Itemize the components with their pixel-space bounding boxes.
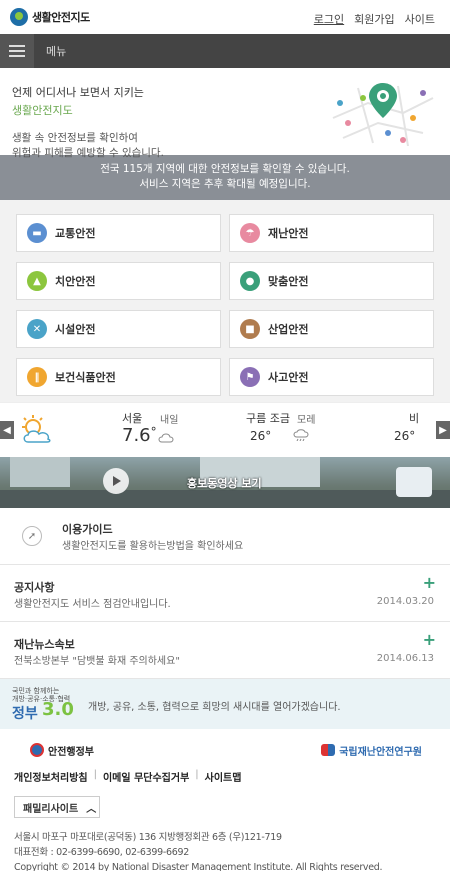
compass-icon: ➚ <box>22 526 42 546</box>
notice-more-plus-icon[interactable]: + <box>423 573 436 592</box>
notice-board: 공지사항 + 생활안전지도 서비스 점검안내입니다. 2014.03.20 <box>0 565 450 622</box>
weather-condition-1: 구름 조금 <box>246 412 290 425</box>
umbrella-icon: ☂ <box>240 223 260 243</box>
person-icon: ● <box>240 271 260 291</box>
gov-3-0-banner[interactable]: 국민과 함께하는 개방·공유·소통·협력 정부 3.0 개방, 공유, 소통, … <box>0 679 450 729</box>
menu-bar: 메뉴 <box>0 34 450 68</box>
promo-video-label[interactable]: 홍보동영상 보기 <box>187 475 262 491</box>
category-industrial-button[interactable]: ■ 산업안전 <box>229 310 434 348</box>
map-pins-illustration-icon <box>332 83 434 147</box>
category-accident-button[interactable]: ⚑ 사고안전 <box>229 358 434 396</box>
partner-ndmi[interactable]: 국립재난안전연구원 <box>321 743 422 758</box>
menu-label[interactable]: 메뉴 <box>46 43 66 59</box>
weather-today-temp: 7.6° <box>122 425 157 446</box>
flag-icon: ⚑ <box>240 367 260 387</box>
top-header: 생활안전지도 로그인 회원가입 사이트 <box>0 0 450 34</box>
cloud-icon <box>158 433 174 443</box>
government-emblem-icon <box>30 743 44 757</box>
weather-tomorrow-label: 내일 <box>160 415 179 426</box>
notice-date: 2014.03.20 <box>376 596 434 607</box>
weather-temp-1: 26° <box>250 429 272 443</box>
category-custom-button[interactable]: ● 맞춤안전 <box>229 262 434 300</box>
weather-temp-2: 26° <box>394 429 416 443</box>
promo-video-banner[interactable]: 홍보동영상 보기 <box>0 457 450 508</box>
partly-sunny-icon <box>22 415 51 443</box>
wrench-icon: ✕ <box>27 319 47 339</box>
weather-next-arrow-icon[interactable]: ▶ <box>436 421 450 439</box>
partner-logos: 안전행정부 국립재난안전연구원 <box>14 739 436 761</box>
factory-icon: ■ <box>240 319 260 339</box>
category-facility-button[interactable]: ✕ 시설안전 <box>16 310 221 348</box>
weather-widget: ◀ 서울 7.6° 내일 구름 조금 26° 모레 비 26° ▶ <box>0 402 450 457</box>
play-icon[interactable] <box>103 468 129 494</box>
site-logo[interactable]: 생활안전지도 <box>10 8 90 26</box>
category-traffic-button[interactable]: ▬ 교통안전 <box>16 214 221 252</box>
category-security-button[interactable]: ▲ 치안안전 <box>16 262 221 300</box>
footer-links: 개인정보처리방침 | 이메일 무단수집거부 | 사이트맵 <box>14 769 242 784</box>
category-grid: ▬ 교통안전 ☂ 재난안전 ▲ 치안안전 ● 맞춤안전 ✕ 시설안전 ■ 산업안… <box>0 200 450 402</box>
footer-phone: 대표전화 : 02-6399-6690, 02-6399-6692 <box>14 847 189 858</box>
chevron-up-icon: ︿ <box>86 803 97 815</box>
gov-3-0-logo: 국민과 함께하는 개방·공유·소통·협력 정부 3.0 <box>12 687 74 722</box>
notice-line-2: 서비스 지역은 추후 확대될 예정입니다. <box>139 178 311 190</box>
disaster-news-date: 2014.06.13 <box>376 653 434 664</box>
footer-info: 서울시 마포구 마포대로(공덕동) 136 지방행정회관 6층 (우)121-7… <box>14 830 436 871</box>
footer-address: 서울시 마포구 마포대로(공덕동) 136 지방행정회관 6층 (우)121-7… <box>14 832 282 843</box>
sitemap-link[interactable]: 사이트맵 <box>205 769 242 784</box>
rain-cloud-icon <box>293 429 309 441</box>
guide-description: 생활안전지도를 활용하는방법을 확인하세요 <box>62 541 244 552</box>
notice-item[interactable]: 생활안전지도 서비스 점검안내입니다. <box>14 595 171 610</box>
category-disaster-button[interactable]: ☂ 재난안전 <box>229 214 434 252</box>
institute-emblem-icon <box>321 744 336 756</box>
footer: 안전행정부 국립재난안전연구원 개인정보처리방침 | 이메일 무단수집거부 | … <box>0 729 450 871</box>
building-graphic <box>10 457 70 487</box>
privacy-policy-link[interactable]: 개인정보처리방침 <box>14 769 88 784</box>
weather-day-after-label: 모레 <box>297 415 316 426</box>
family-site-dropdown[interactable]: 패밀리사이트 ︿ <box>14 796 100 818</box>
car-icon: ▬ <box>27 223 47 243</box>
disaster-news-more-plus-icon[interactable]: + <box>423 630 436 649</box>
top-links: 로그인 회원가입 사이트 <box>314 11 435 27</box>
logo-text: 생활안전지도 <box>32 11 90 24</box>
category-health-food-button[interactable]: ‖ 보건식품안전 <box>16 358 221 396</box>
intro-section: 언제 어디서나 보면서 지키는 생활안전지도 생활 속 안전정보를 확인하여 위… <box>0 68 450 159</box>
partner-mois[interactable]: 안전행정부 <box>30 743 94 758</box>
disaster-news-title: 재난뉴스속보 <box>14 638 75 651</box>
notice-line-1: 전국 115개 지역에 대한 안전정보를 확인할 수 있습니다. <box>100 163 350 175</box>
hamburger-menu-icon[interactable] <box>0 34 34 68</box>
login-link[interactable]: 로그인 <box>314 11 344 27</box>
email-refusal-link[interactable]: 이메일 무단수집거부 <box>103 769 189 784</box>
notice-board-title: 공지사항 <box>14 581 55 594</box>
site-link[interactable]: 사이트 <box>405 11 435 27</box>
guide-title: 이용가이드 <box>62 523 113 536</box>
service-notice-band: 전국 115개 지역에 대한 안전정보를 확인할 수 있습니다. 서비스 지역은… <box>0 155 450 200</box>
disaster-news: 재난뉴스속보 + 전북소방본부 "담뱃불 화재 주의하세요" 2014.06.1… <box>0 622 450 679</box>
police-car-graphic <box>396 467 432 497</box>
bell-icon: ▲ <box>27 271 47 291</box>
logo-mark-icon <box>10 8 28 26</box>
gov-banner-text: 개방, 공유, 소통, 협력으로 희망의 새시대를 열어가겠습니다. <box>88 702 341 713</box>
disaster-news-item[interactable]: 전북소방본부 "담뱃불 화재 주의하세요" <box>14 652 180 667</box>
road-graphic <box>0 490 450 508</box>
signup-link[interactable]: 회원가입 <box>354 11 394 27</box>
weather-prev-arrow-icon[interactable]: ◀ <box>0 421 14 439</box>
weather-condition-2: 비 <box>409 412 420 425</box>
footer-copyright: Copyright © 2014 by National Disaster Ma… <box>14 862 383 871</box>
usage-guide[interactable]: ➚ 이용가이드 생활안전지도를 활용하는방법을 확인하세요 <box>0 508 450 565</box>
weather-city: 서울 <box>122 412 143 425</box>
utensils-icon: ‖ <box>27 367 47 387</box>
